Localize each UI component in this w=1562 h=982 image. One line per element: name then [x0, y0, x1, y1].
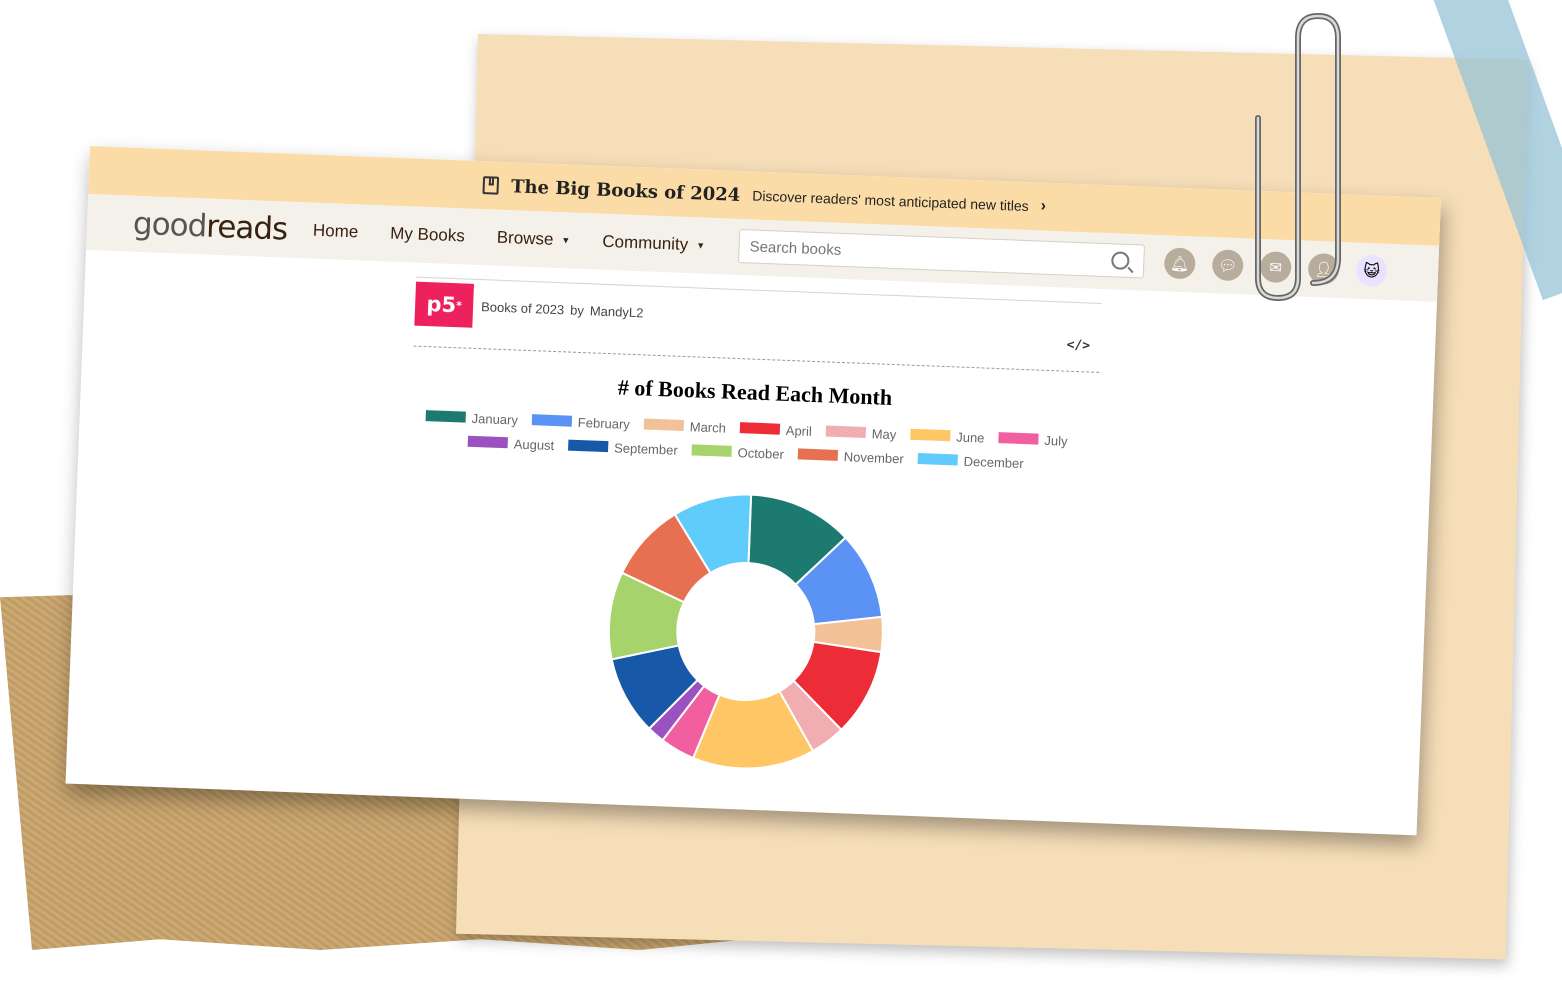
chart-title: # of Books Read Each Month	[617, 374, 892, 410]
legend-label-october[interactable]: October	[737, 445, 784, 462]
chevron-right-icon[interactable]: ›	[1040, 198, 1046, 216]
legend-swatch-april[interactable]	[739, 422, 781, 435]
goodreads-logo[interactable]: goodreads	[132, 206, 313, 249]
legend-label-september[interactable]: September	[614, 440, 679, 457]
legend-label-december[interactable]: December	[963, 454, 1024, 471]
search-icon[interactable]	[1111, 251, 1130, 270]
search-box[interactable]	[737, 228, 1145, 279]
nav-home[interactable]: Home	[313, 221, 359, 243]
legend-label-march[interactable]: March	[690, 419, 727, 435]
sketch-title: Books of 2023 by MandyL2	[481, 299, 644, 320]
legend-label-june[interactable]: June	[956, 429, 985, 445]
by-label: by	[569, 302, 585, 319]
chart-slices	[607, 493, 884, 770]
legend-swatch-january[interactable]	[425, 410, 466, 423]
nav-my-books[interactable]: My Books	[390, 224, 465, 247]
caret-down-icon: ▼	[561, 235, 571, 246]
legend-swatch-march[interactable]	[643, 418, 685, 431]
sketch-name[interactable]: Books of 2023	[481, 299, 565, 317]
p5-logo[interactable]: p5 *	[414, 281, 474, 328]
legend-swatch-june[interactable]	[910, 428, 951, 442]
bookmark-book-icon	[482, 176, 500, 195]
author-link[interactable]: MandyL2	[590, 303, 644, 320]
legend-swatch-november[interactable]	[797, 448, 839, 461]
legend-swatch-september[interactable]	[568, 439, 609, 453]
search-input[interactable]	[739, 236, 1112, 270]
legend-swatch-august[interactable]	[467, 435, 509, 449]
nav-community[interactable]: Community ▼	[602, 232, 706, 256]
nav-browse[interactable]: Browse ▼	[496, 228, 570, 251]
paper-clip	[1255, 12, 1341, 302]
chart-legend: January February March April May June July Augu…	[425, 410, 1068, 471]
legend-swatch-february[interactable]	[531, 414, 573, 427]
legend-swatch-december[interactable]	[917, 453, 958, 466]
bell-icon[interactable]: 🔔︎	[1163, 247, 1196, 280]
legend-label-august[interactable]: August	[513, 436, 554, 453]
legend-label-april[interactable]: April	[786, 423, 813, 439]
banner-title: The Big Books of 2024	[510, 175, 741, 206]
legend-label-february[interactable]: February	[578, 415, 631, 432]
legend-swatch-may[interactable]	[825, 425, 867, 438]
banner-subtitle: Discover readers' most anticipated new t…	[751, 187, 1029, 215]
code-icon[interactable]: </>	[1066, 338, 1090, 354]
legend-swatch-july[interactable]	[998, 432, 1039, 445]
legend-swatch-october[interactable]	[691, 444, 732, 457]
legend-label-may[interactable]: May	[872, 426, 898, 442]
caret-down-icon: ▼	[696, 240, 706, 251]
donut-chart: # of Books Read Each Month January Februa…	[425, 374, 1068, 770]
legend-label-november[interactable]: November	[844, 449, 905, 466]
legend-label-july[interactable]: July	[1044, 433, 1068, 449]
legend-label-january[interactable]: January	[471, 411, 518, 428]
